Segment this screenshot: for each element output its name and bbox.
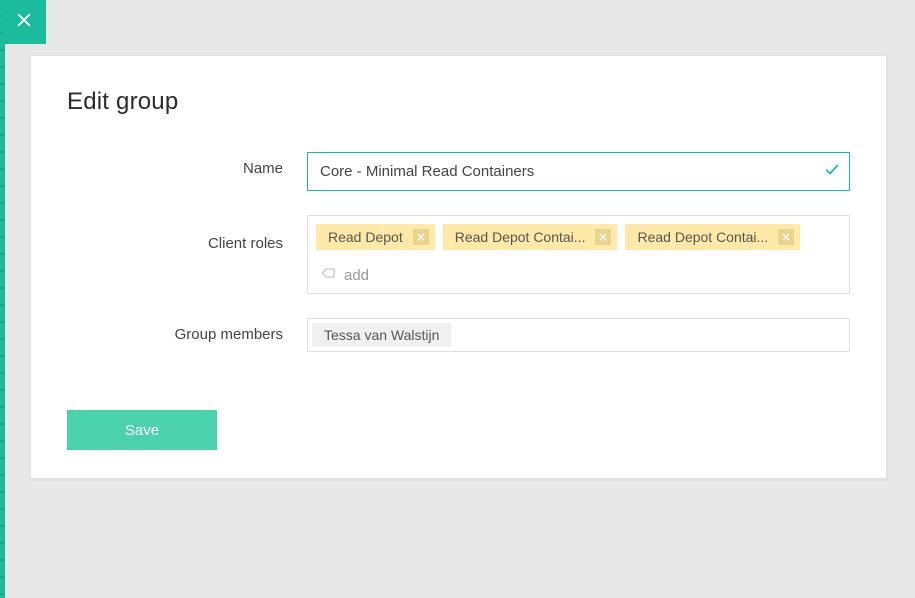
name-input[interactable] xyxy=(307,152,850,191)
remove-role-button[interactable] xyxy=(595,229,611,245)
client-roles-input[interactable]: Read Depot Read Depot Contai... xyxy=(307,215,850,294)
sidebar-accent xyxy=(0,0,5,598)
role-tag-label: Read Depot Contai... xyxy=(455,229,586,245)
name-input-wrap xyxy=(307,152,850,191)
close-icon xyxy=(15,11,33,34)
role-tag: Read Depot Contai... xyxy=(443,224,618,250)
group-members-input[interactable]: Tessa van Walstijn xyxy=(307,318,850,352)
role-tag-label: Read Depot xyxy=(328,229,403,245)
role-tag: Read Depot xyxy=(316,224,435,250)
page-title: Edit group xyxy=(67,88,850,116)
role-tag: Read Depot Contai... xyxy=(625,224,800,250)
member-chip-label: Tessa van Walstijn xyxy=(324,327,439,343)
row-group-members: Group members Tessa van Walstijn xyxy=(67,318,850,352)
tag-icon xyxy=(320,266,336,285)
label-name: Name xyxy=(67,152,307,177)
check-icon xyxy=(824,161,840,182)
edit-group-panel: Edit group Name Client roles Read Depot xyxy=(30,55,887,479)
label-group-members: Group members xyxy=(67,318,307,343)
save-button[interactable]: Save xyxy=(67,410,217,450)
role-tag-label: Read Depot Contai... xyxy=(637,229,768,245)
row-client-roles: Client roles Read Depot Read Depot Conta… xyxy=(67,215,850,294)
remove-role-button[interactable] xyxy=(778,229,794,245)
row-name: Name xyxy=(67,152,850,191)
add-role-row[interactable]: add xyxy=(316,264,841,291)
add-role-placeholder: add xyxy=(344,267,369,284)
label-client-roles: Client roles xyxy=(67,215,307,252)
remove-role-button[interactable] xyxy=(413,229,429,245)
close-button[interactable] xyxy=(2,0,46,44)
member-chip: Tessa van Walstijn xyxy=(312,323,451,347)
